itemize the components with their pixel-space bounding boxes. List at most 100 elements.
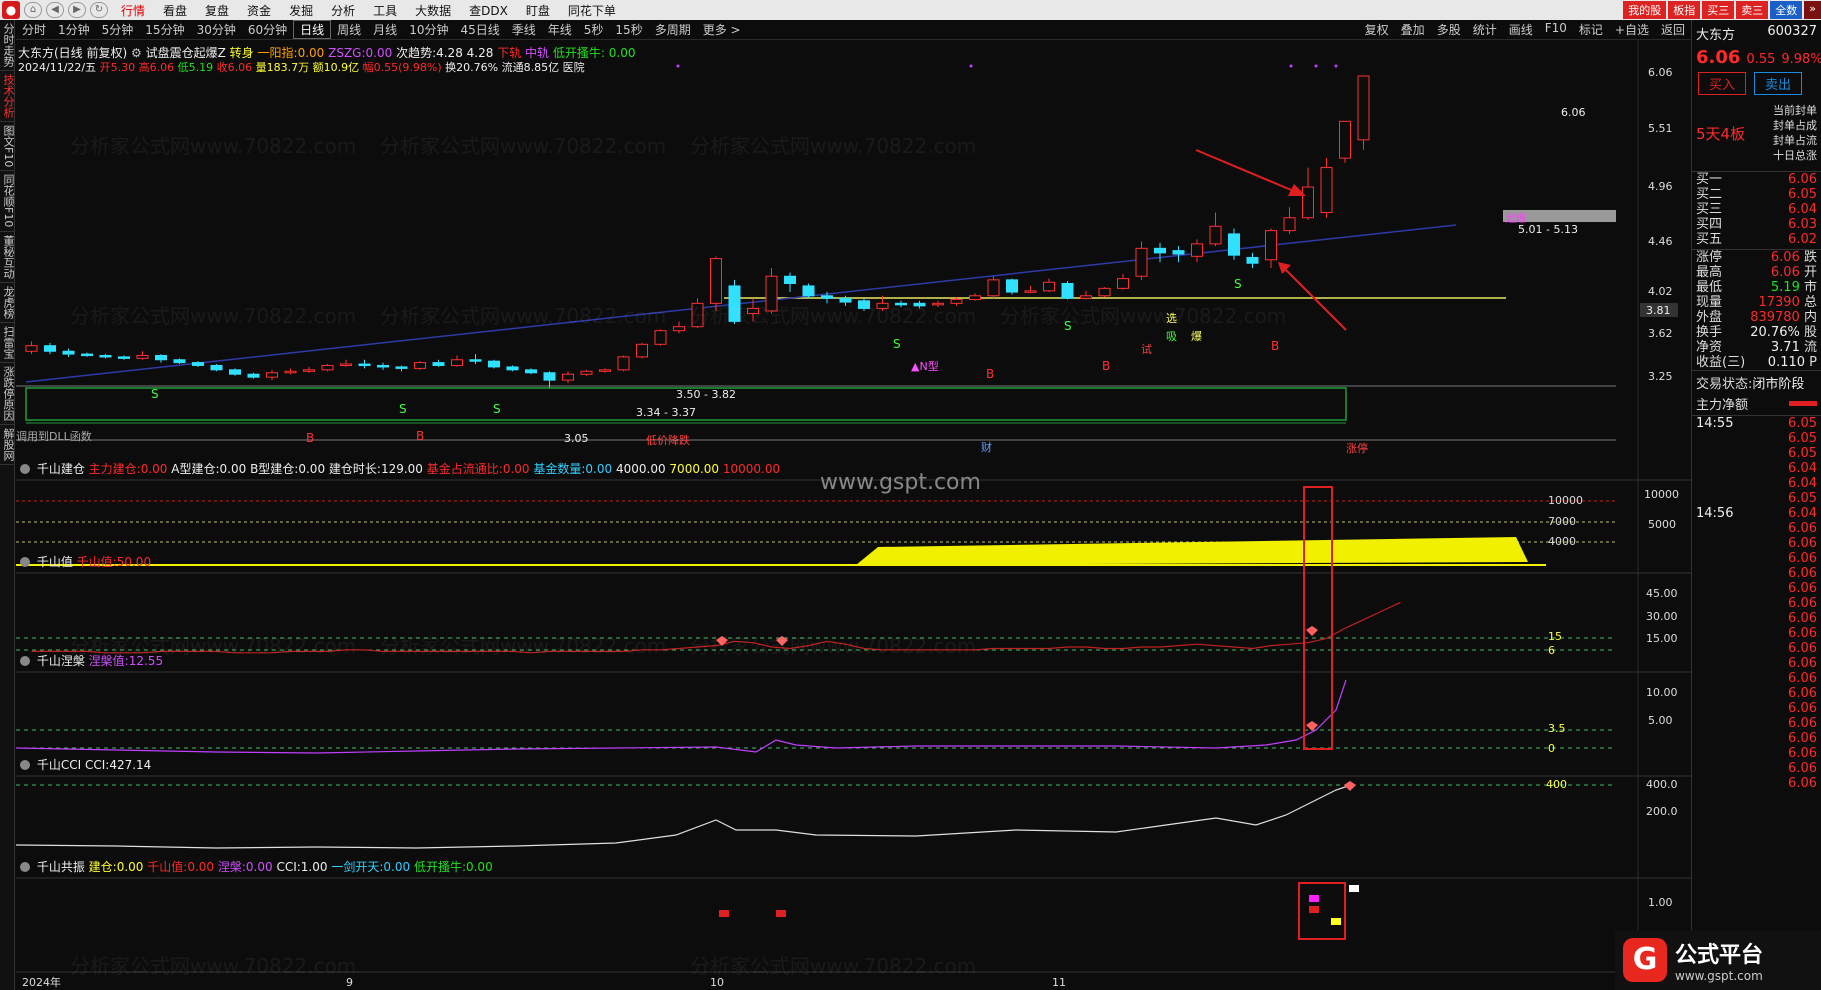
tick-price: 6.04 [1788,476,1817,491]
menu-discover[interactable]: 发掘 [280,2,322,19]
vtab-dragon-tiger[interactable]: 龙虎榜 [0,283,15,323]
menu-bigdata[interactable]: 大数据 [406,2,460,19]
xaxis-label: 9 [346,976,353,989]
board-count: 5天4板 [1696,125,1746,143]
period-quarter[interactable]: 季线 [506,21,542,38]
ind2-name[interactable]: 千山值 [37,555,73,569]
tool-add-watch[interactable]: +自选 [1609,21,1655,38]
candle-body [1265,230,1277,261]
period-60min[interactable]: 60分钟 [242,21,293,38]
buy-button[interactable]: 买入 [1698,72,1747,95]
period-5min[interactable]: 5分钟 [96,21,140,38]
bid-label: 买一 [1696,172,1723,187]
back-icon[interactable]: ◀ [46,2,64,18]
menu-ddx[interactable]: 查DDX [460,2,517,19]
ind5-mark [776,910,786,917]
period-multi[interactable]: 多周期 [649,21,697,38]
ind4-axis-label: 400.0 [1646,778,1678,791]
tool-stats[interactable]: 统计 [1467,21,1503,38]
menu-trade[interactable]: 同花下单 [559,2,625,19]
tool-overlay[interactable]: 叠加 [1395,21,1431,38]
formula-name[interactable]: 试盘震仓起爆Z [146,46,226,60]
ind1-axis-label: 5000 [1648,518,1676,531]
period-30min[interactable]: 30分钟 [191,21,242,38]
tab-buy3[interactable]: 买三 [1702,1,1735,19]
period-10min[interactable]: 10分钟 [403,21,454,38]
vtab-f10[interactable]: 图文F10 [0,122,15,172]
period-monthly[interactable]: 月线 [367,21,403,38]
candle-body [710,258,722,304]
ind3-toggle[interactable] [20,656,30,666]
tab-board-index[interactable]: 板指 [1668,1,1701,19]
tool-mark[interactable]: 标记 [1573,21,1609,38]
menu-watch[interactable]: 看盘 [154,2,196,19]
vtab-ths-f10[interactable]: 同花顺F10 [0,171,15,232]
tab-my-stocks[interactable]: 我的股 [1623,1,1667,19]
close-value: 6.06 [227,61,253,74]
period-45day[interactable]: 45日线 [454,21,505,38]
menu-monitor[interactable]: 盯盘 [517,2,559,19]
period-15sec[interactable]: 15秒 [609,21,648,38]
menu-analysis[interactable]: 分析 [322,2,364,19]
period-intraday[interactable]: 分时 [16,21,52,38]
kline-chart-area[interactable]: 试 选 吸 爆 起爆 ▲N型 财 涨停 低价降跌 调用到DLL函数 B B B … [16,40,1691,990]
ind5-toggle[interactable] [20,862,30,872]
yiyangzhi-label: 一阳指: [257,46,298,60]
red-arrow-2 [1283,267,1347,331]
seal-item: 十日总涨 [1773,149,1817,162]
tick-row: 6.06 [1692,701,1821,716]
tick-row: 6.06 [1692,746,1821,761]
ind1-name[interactable]: 千山建仓 [37,462,85,476]
ind5-mark [1331,918,1341,925]
tool-back[interactable]: 返回 [1655,21,1691,38]
period-15min[interactable]: 15分钟 [139,21,190,38]
forward-icon[interactable]: ▶ [68,2,86,18]
status-value: 闭市阶段 [1752,377,1805,392]
tool-f10[interactable]: F10 [1539,21,1573,38]
refresh-icon[interactable]: ↻ [90,2,108,18]
ind4-toggle[interactable] [20,760,30,770]
tab-all-data[interactable]: 全数 [1770,1,1803,19]
period-daily[interactable]: 日线 [293,20,332,39]
bid-price: 6.05 [1788,187,1817,202]
period-more[interactable]: 更多 > [697,21,747,38]
period-1min[interactable]: 1分钟 [52,21,96,38]
ind3-name[interactable]: 千山涅槃 [37,654,85,668]
candle-body [340,363,352,367]
vtab-minesweeper[interactable]: 扫雷宝 [0,323,15,363]
sell-button[interactable]: 卖出 [1754,72,1803,95]
period-weekly[interactable]: 周线 [331,21,367,38]
ind1-toggle[interactable] [20,464,30,474]
vtab-jiegu[interactable]: 解股网 [0,425,15,465]
ind4-name[interactable]: 千山CCI [37,758,81,772]
chart-tools: 复权 叠加 多股 统计 画线 F10 标记 +自选 返回 [1359,21,1691,38]
ind5-name[interactable]: 千山共振 [37,860,85,874]
tool-multistock[interactable]: 多股 [1431,21,1467,38]
vtab-secretary[interactable]: 董秘互动 [0,232,15,283]
vtab-limit-reason[interactable]: 涨跌停原因 [0,363,15,425]
seal-item: 封单占流 [1773,134,1817,147]
candle-body [932,302,944,306]
ind2-toggle[interactable] [20,557,30,567]
candle-body [562,373,574,381]
period-year[interactable]: 年线 [542,21,578,38]
price-badge: 3.81 [1646,304,1671,317]
tab-sell3[interactable]: 卖三 [1736,1,1769,19]
settings-icon[interactable]: ⚙ [131,46,142,60]
vtab-technical[interactable]: 技术分析 [0,71,15,122]
home-icon[interactable]: ⌂ [24,2,42,18]
expand-icon[interactable]: » [1804,1,1821,19]
sector-label[interactable]: 医院 [563,61,585,74]
tool-adjust[interactable]: 复权 [1359,21,1395,38]
high-price-label: 6.06 [1561,106,1586,119]
bid-row: 买二 6.05 [1692,187,1821,202]
period-5sec[interactable]: 5秒 [578,21,610,38]
menu-replay[interactable]: 复盘 [196,2,238,19]
high-value: 6.06 [149,61,175,74]
vtab-intraday[interactable]: 分时走势 [0,20,15,71]
menu-tools[interactable]: 工具 [364,2,406,19]
tool-draw[interactable]: 画线 [1503,21,1539,38]
menu-funds[interactable]: 资金 [238,2,280,19]
menu-quote[interactable]: 行情 [112,2,154,19]
candle-body [802,285,815,297]
